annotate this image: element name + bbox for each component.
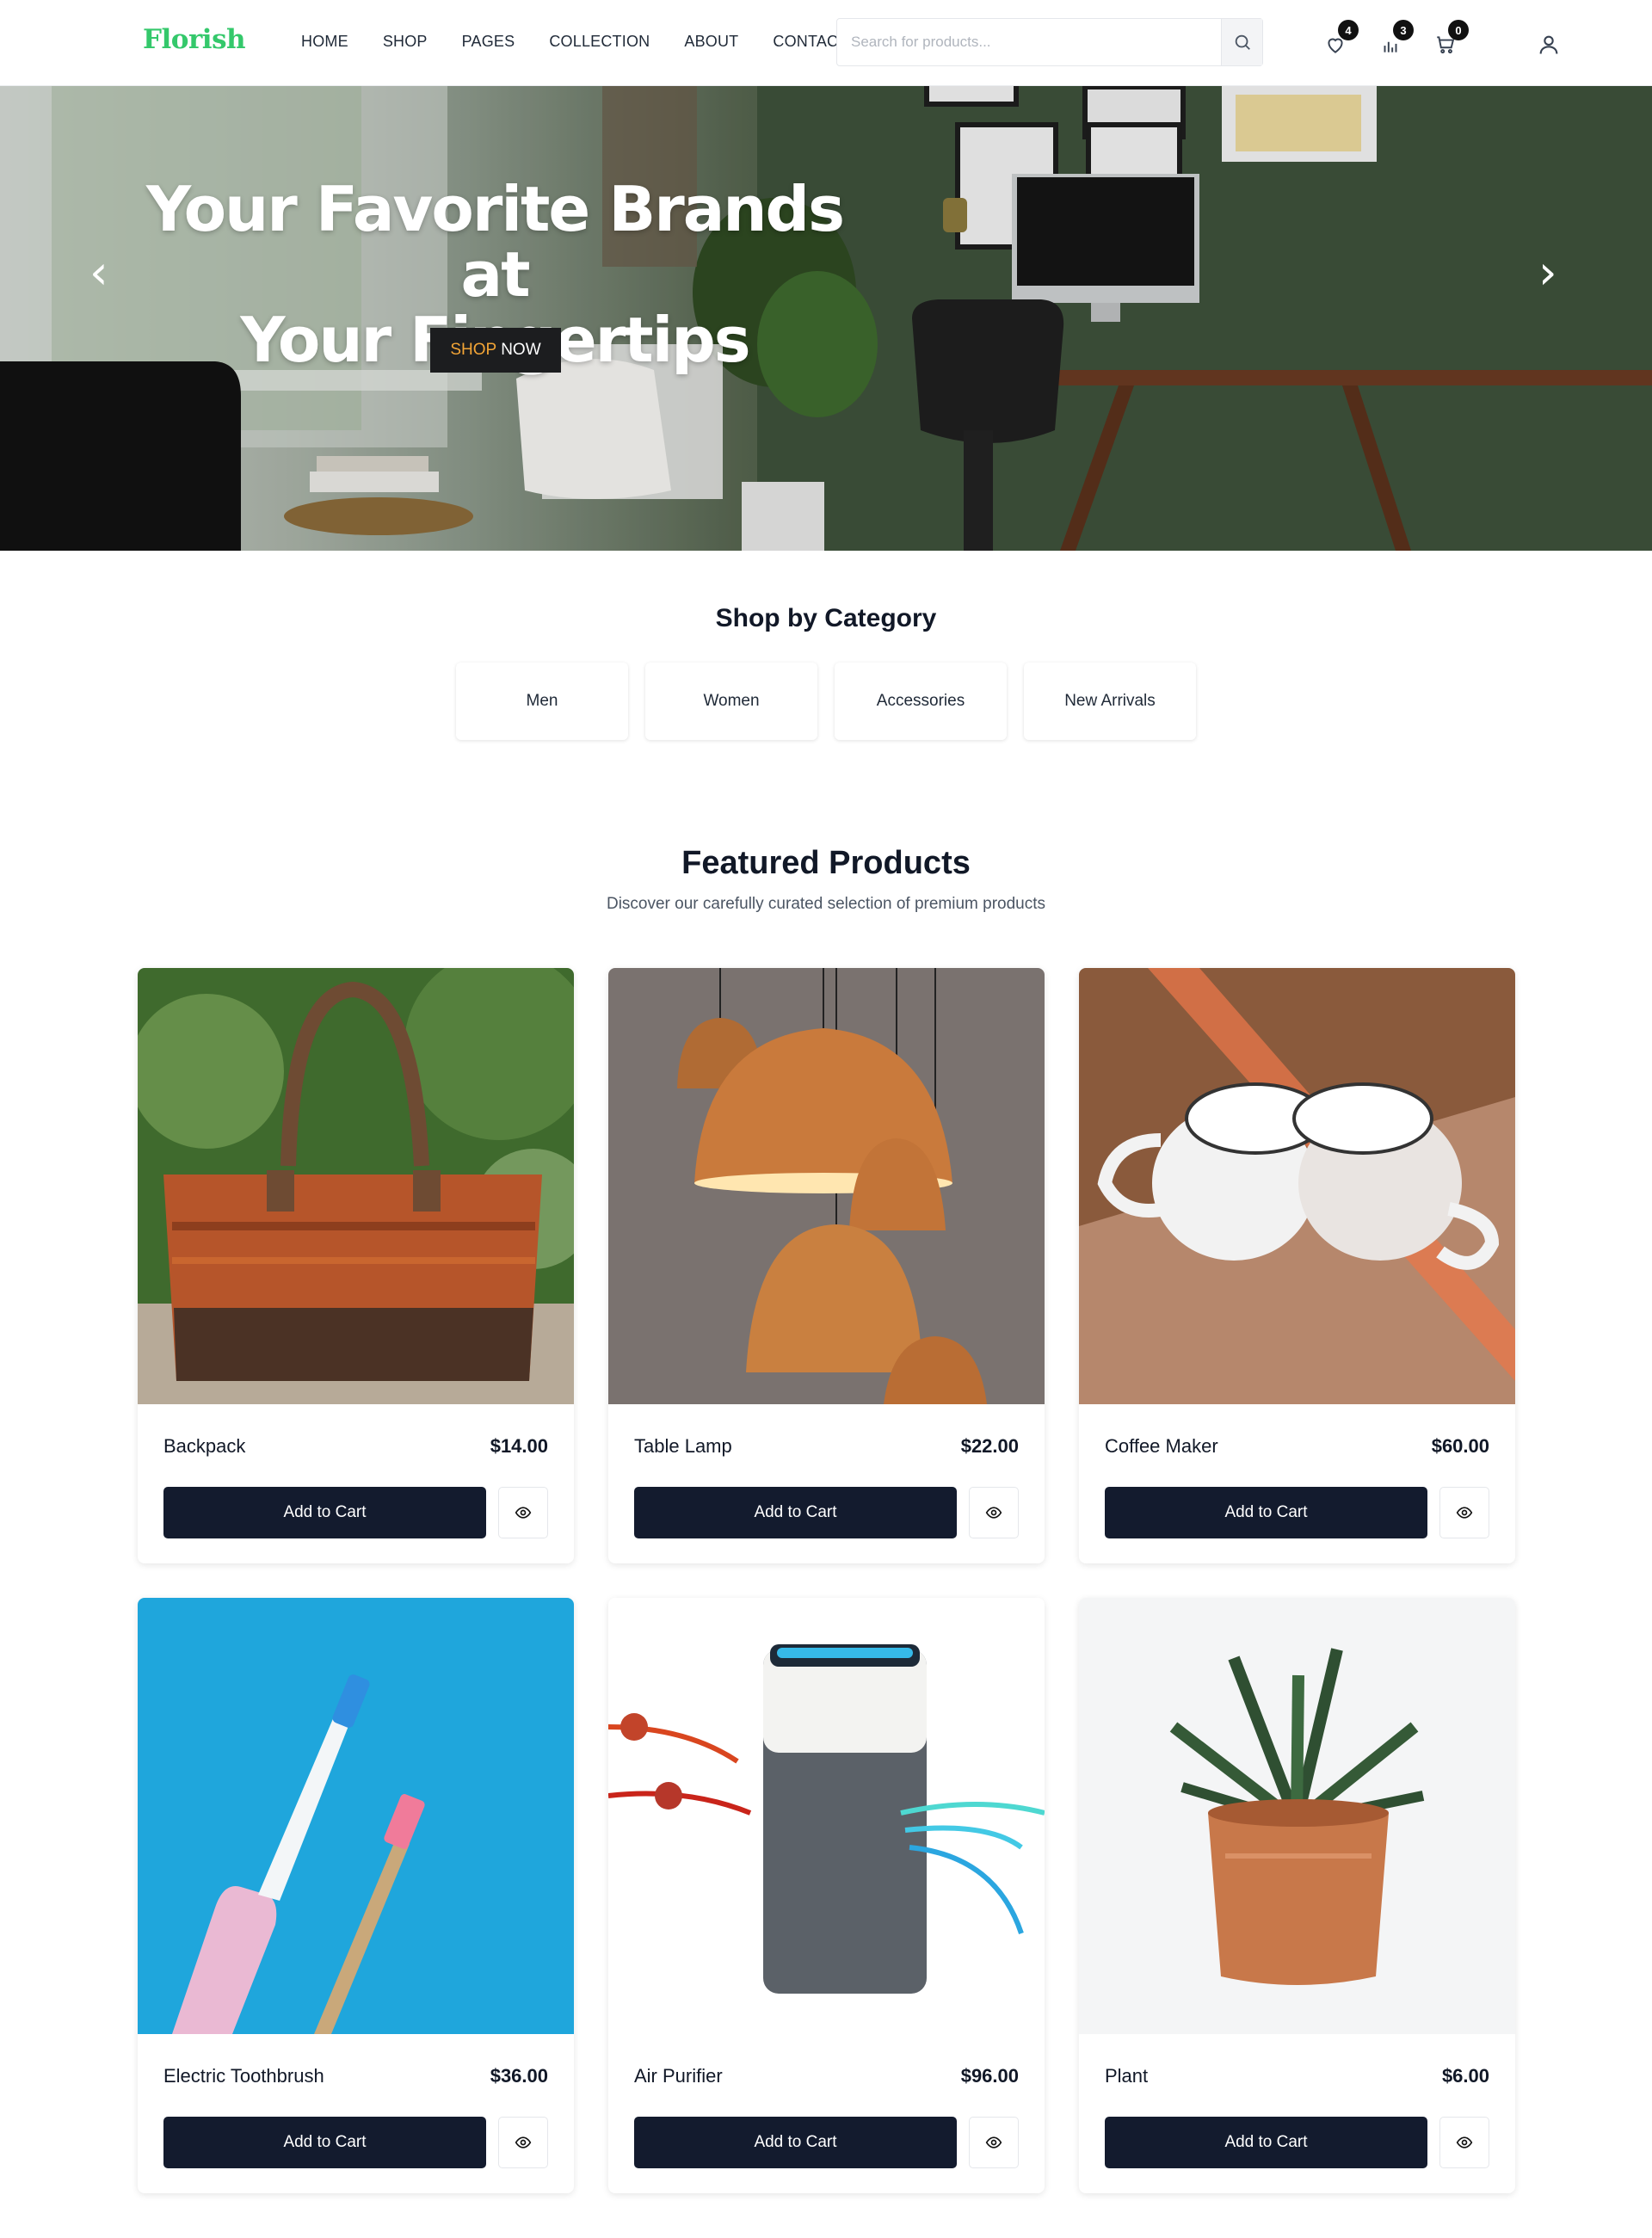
category-women[interactable]: Women xyxy=(645,663,817,740)
toothbrushes-illustration xyxy=(138,1598,574,2034)
product-price: $60.00 xyxy=(1431,1435,1489,1457)
hero-prev-arrow[interactable]: ‹ xyxy=(89,250,108,296)
quick-view-button[interactable] xyxy=(498,2117,548,2168)
quick-view-button[interactable] xyxy=(1439,1487,1489,1538)
shop-now-text: NOW xyxy=(501,341,541,359)
eye-icon xyxy=(985,2136,1002,2149)
product-price: $22.00 xyxy=(960,1435,1019,1457)
quick-view-button[interactable] xyxy=(969,2117,1019,2168)
product-image-pendant-lamps[interactable] xyxy=(608,968,1045,1404)
product-image-mugs[interactable] xyxy=(1079,968,1515,1404)
quick-view-button[interactable] xyxy=(498,1487,548,1538)
product-price: $36.00 xyxy=(490,2065,548,2087)
featured-section-subtitle: Discover our carefully curated selection… xyxy=(606,895,1046,913)
shop-now-button[interactable]: SHOP NOW xyxy=(430,328,561,373)
category-section-title: Shop by Category xyxy=(715,604,937,632)
brand-logo[interactable]: Florish xyxy=(143,24,246,55)
cart-count-badge: 0 xyxy=(1448,20,1469,40)
search-input[interactable] xyxy=(837,19,1223,65)
product-card: Backpack $14.00 Add to Cart xyxy=(138,968,574,1563)
eye-icon xyxy=(515,2136,532,2149)
product-name[interactable]: Electric Toothbrush xyxy=(163,2065,324,2087)
product-card: Plant $6.00 Add to Cart xyxy=(1079,1598,1515,2193)
product-price: $6.00 xyxy=(1441,2065,1489,2087)
site-header: Florish HOME SHOP PAGES COLLECTION ABOUT… xyxy=(0,0,1652,86)
add-to-cart-button[interactable]: Add to Cart xyxy=(163,1487,486,1538)
search-icon xyxy=(1235,34,1250,50)
air-purifier-illustration xyxy=(608,1598,1045,2034)
hero-next-arrow[interactable]: › xyxy=(1538,250,1557,296)
eye-icon xyxy=(1456,2136,1473,2149)
wishlist-count-badge: 4 xyxy=(1338,20,1359,40)
main-nav: HOME SHOP PAGES COLLECTION ABOUT CONTACT xyxy=(301,33,882,51)
nav-home[interactable]: HOME xyxy=(301,33,348,51)
search-bar xyxy=(836,18,1263,66)
product-name[interactable]: Coffee Maker xyxy=(1105,1435,1218,1458)
hero-banner: ‹ › Your Favorite Brands at Your Fingert… xyxy=(0,86,1652,551)
nav-collection[interactable]: COLLECTION xyxy=(549,33,650,51)
product-name[interactable]: Backpack xyxy=(163,1435,245,1458)
product-name[interactable]: Plant xyxy=(1105,2065,1148,2087)
basket-bag-illustration xyxy=(138,968,574,1404)
pendant-lamps-illustration xyxy=(608,968,1045,1404)
quick-view-button[interactable] xyxy=(969,1487,1019,1538)
add-to-cart-button[interactable]: Add to Cart xyxy=(634,2117,957,2168)
search-button[interactable] xyxy=(1221,19,1262,65)
product-image-air-purifier[interactable] xyxy=(608,1598,1045,2034)
wishlist-button[interactable]: 4 xyxy=(1322,20,1359,59)
product-image-plant[interactable] xyxy=(1079,1598,1515,2034)
product-name[interactable]: Air Purifier xyxy=(634,2065,723,2087)
eye-icon xyxy=(985,1507,1002,1519)
product-name[interactable]: Table Lamp xyxy=(634,1435,732,1458)
product-price: $96.00 xyxy=(960,2065,1019,2087)
add-to-cart-button[interactable]: Add to Cart xyxy=(163,2117,486,2168)
user-icon xyxy=(1539,35,1558,54)
featured-section-title: Featured Products xyxy=(681,845,971,881)
shop-now-accent-text: SHOP xyxy=(450,341,497,359)
nav-about[interactable]: ABOUT xyxy=(684,33,738,51)
product-card: Electric Toothbrush $36.00 Add to Cart xyxy=(138,1598,574,2193)
hero-title-line-1: Your Favorite Brands at xyxy=(146,173,845,311)
quick-view-button[interactable] xyxy=(1439,2117,1489,2168)
product-card: Air Purifier $96.00 Add to Cart xyxy=(608,1598,1045,2193)
category-men[interactable]: Men xyxy=(456,663,628,740)
account-button[interactable] xyxy=(1535,31,1563,59)
eye-icon xyxy=(1456,1507,1473,1519)
compare-count-badge: 3 xyxy=(1393,20,1414,40)
category-accessories[interactable]: Accessories xyxy=(835,663,1007,740)
product-price: $14.00 xyxy=(490,1435,548,1457)
category-list: Men Women Accessories New Arrivals xyxy=(456,663,1196,740)
mugs-illustration xyxy=(1079,968,1515,1404)
product-card: Table Lamp $22.00 Add to Cart xyxy=(608,968,1045,1563)
eye-icon xyxy=(515,1507,532,1519)
product-image-basket-bag[interactable] xyxy=(138,968,574,1404)
nav-shop[interactable]: SHOP xyxy=(383,33,428,51)
product-card: Coffee Maker $60.00 Add to Cart xyxy=(1079,968,1515,1563)
compare-button[interactable]: 3 xyxy=(1377,20,1414,59)
plant-illustration xyxy=(1079,1598,1515,2034)
add-to-cart-button[interactable]: Add to Cart xyxy=(1105,2117,1427,2168)
add-to-cart-button[interactable]: Add to Cart xyxy=(1105,1487,1427,1538)
product-image-toothbrushes[interactable] xyxy=(138,1598,574,2034)
nav-pages[interactable]: PAGES xyxy=(462,33,515,51)
cart-button[interactable]: 0 xyxy=(1432,20,1469,59)
add-to-cart-button[interactable]: Add to Cart xyxy=(634,1487,957,1538)
product-grid: Backpack $14.00 Add to Cart Table Lamp $… xyxy=(138,968,1515,2193)
category-new-arrivals[interactable]: New Arrivals xyxy=(1024,663,1196,740)
